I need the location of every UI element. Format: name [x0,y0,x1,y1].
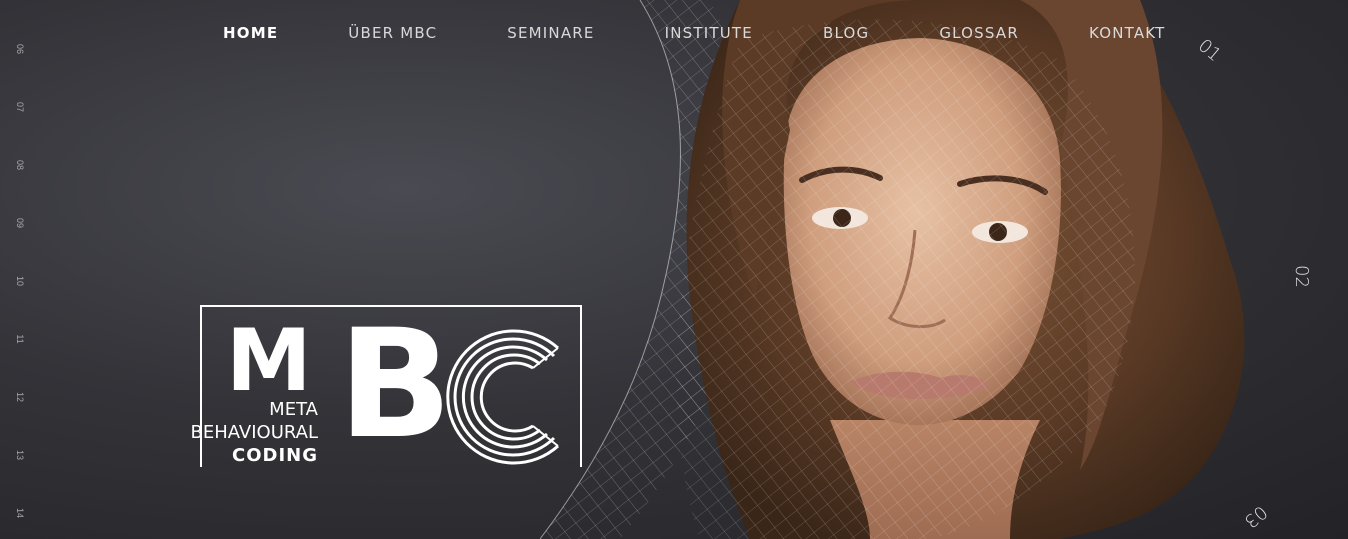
mbc-logo[interactable]: M B META BEHAVIOURAL CODING [160,300,590,475]
nav-link-ueber-mbc[interactable]: ÜBER MBC [325,24,460,42]
hero-portrait-image [540,0,1245,539]
nav-item-home: HOME [200,24,301,42]
logo-text-coding: CODING [232,445,318,466]
logo-text-behavioural: BEHAVIOURAL [190,422,318,443]
nav-link-glossar[interactable]: GLOSSAR [916,24,1042,42]
nav-item-blog: BLOG [800,24,892,42]
ruler-number: 13 [15,449,25,460]
nav-link-seminare[interactable]: SEMINARE [484,24,617,42]
ruler-number: 14 [15,507,25,518]
nav-item-kontakt: KONTAKT [1066,24,1189,42]
nav-link-kontakt[interactable]: KONTAKT [1066,24,1189,42]
logo-letter-c-icon [446,329,560,465]
ruler-number: 07 [15,101,25,112]
ruler-number: 10 [15,275,25,286]
nav-link-home[interactable]: HOME [200,24,301,42]
nav-item-seminare: SEMINARE [484,24,617,42]
nav-link-blog[interactable]: BLOG [800,24,892,42]
nav-link-institute[interactable]: INSTITUTE [642,24,776,42]
hero-section: 06 07 08 09 10 11 12 13 14 01 02 03 HOME… [0,0,1348,539]
logo-letter-b: B [338,298,452,472]
orbit-number-02: 02 [1290,265,1312,288]
nav-item-ueber-mbc: ÜBER MBC [325,24,460,42]
logo-letter-m: M [226,311,312,411]
ruler-number: 11 [15,334,25,344]
ruler-number: 06 [15,43,25,54]
ruler-number: 08 [15,159,25,170]
ruler-number: 09 [15,217,25,228]
nav-item-glossar: GLOSSAR [916,24,1042,42]
side-ruler: 06 07 08 09 10 11 12 13 14 [10,44,30,524]
nav-item-institute: INSTITUTE [642,24,776,42]
main-navigation: HOME ÜBER MBC SEMINARE INSTITUTE BLOG GL… [200,18,1164,48]
logo-text-meta: META [269,399,318,420]
ruler-number: 12 [15,391,25,402]
